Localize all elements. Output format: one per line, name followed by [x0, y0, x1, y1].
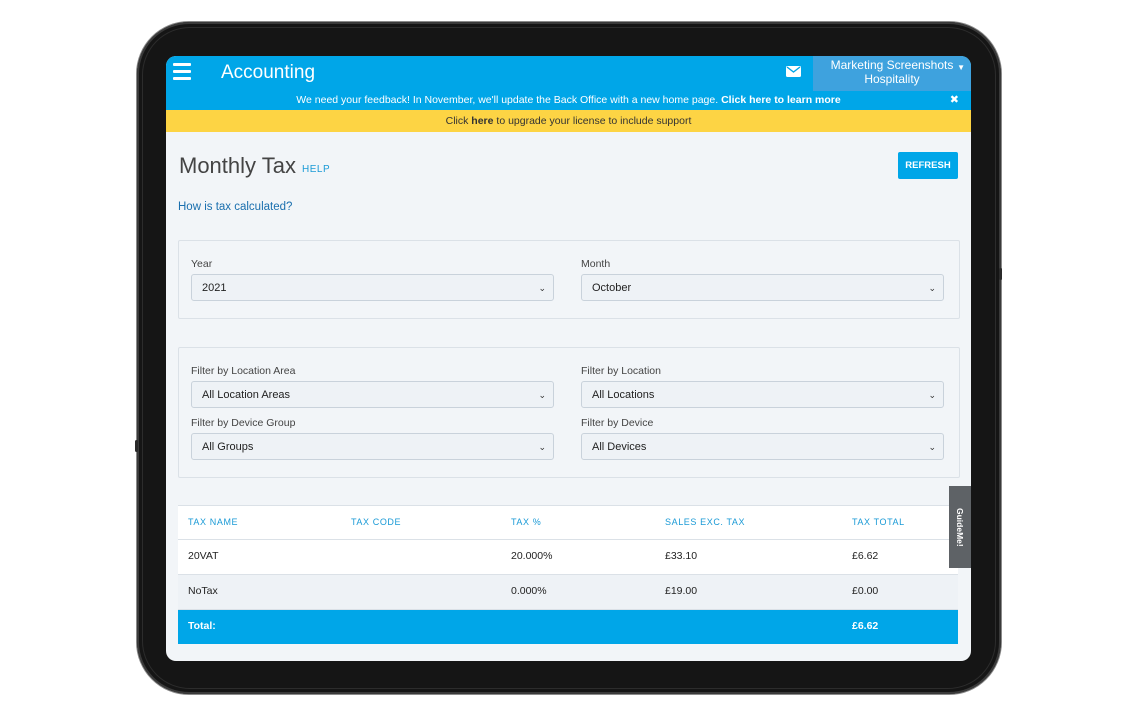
table-row: 20VAT 20.000% £33.10 £6.62: [178, 540, 958, 575]
account-type: Hospitality: [864, 72, 920, 86]
device-group-select[interactable]: All Groups ⌄: [191, 433, 554, 460]
year-select[interactable]: 2021 ⌄: [191, 274, 554, 301]
table-row: NoTax 0.000% £19.00 £0.00: [178, 575, 958, 610]
upgrade-banner: Click here to upgrade your license to in…: [166, 110, 971, 132]
location-area-select[interactable]: All Location Areas ⌄: [191, 381, 554, 408]
chevron-down-icon: ⌄: [538, 442, 546, 452]
year-label: Year: [191, 258, 213, 270]
top-navbar: Accounting Marketing Screenshots Hospita…: [166, 56, 971, 91]
location-label: Filter by Location: [581, 365, 661, 377]
filters-panel: Filter by Location Area All Location Are…: [178, 347, 960, 478]
close-icon[interactable]: ✖: [950, 91, 959, 110]
feedback-banner: We need your feedback! In November, we'l…: [166, 91, 971, 110]
tax-pct-cell: 20.000%: [511, 550, 553, 562]
column-header-tax-total[interactable]: TAX TOTAL: [852, 506, 905, 539]
column-header-tax-name[interactable]: TAX NAME: [188, 506, 238, 539]
feedback-learn-more-link[interactable]: Click here to learn more: [721, 94, 841, 106]
help-link[interactable]: HELP: [302, 164, 330, 175]
chevron-down-icon: ⌄: [928, 390, 936, 400]
page-title: Monthly Tax: [179, 153, 296, 178]
guideme-tab[interactable]: GuideMe!: [949, 486, 971, 568]
tax-name-cell: NoTax: [188, 585, 218, 597]
year-value: 2021: [202, 282, 227, 294]
device-group-value: All Groups: [202, 441, 254, 453]
chevron-down-icon: ▼: [957, 63, 965, 72]
upgrade-suffix: to upgrade your license to include suppo…: [496, 115, 692, 127]
location-area-value: All Location Areas: [202, 389, 291, 401]
device-group-label: Filter by Device Group: [191, 417, 296, 429]
month-label: Month: [581, 258, 611, 270]
app-screen: Accounting Marketing Screenshots Hospita…: [166, 56, 971, 661]
column-header-tax-code[interactable]: TAX CODE: [351, 506, 401, 539]
chevron-down-icon: ⌄: [928, 283, 936, 293]
location-area-label: Filter by Location Area: [191, 365, 296, 377]
tax-total-cell: £0.00: [852, 585, 879, 597]
period-panel: Year 2021 ⌄ Month October ⌄: [178, 240, 960, 319]
device-value: All Devices: [592, 441, 647, 453]
column-header-tax-pct[interactable]: TAX %: [511, 506, 541, 539]
account-switcher[interactable]: Marketing Screenshots Hospitality ▼: [813, 56, 971, 91]
tax-name-cell: 20VAT: [188, 550, 219, 562]
column-header-sales-exc-tax[interactable]: SALES EXC. TAX: [665, 506, 745, 539]
location-select[interactable]: All Locations ⌄: [581, 381, 944, 408]
sales-cell: £19.00: [665, 585, 698, 597]
chevron-down-icon: ⌄: [928, 442, 936, 452]
chevron-down-icon: ⌄: [538, 283, 546, 293]
tablet-side-button: [999, 268, 1002, 280]
total-label: Total:: [188, 620, 216, 632]
chevron-down-icon: ⌄: [538, 390, 546, 400]
month-value: October: [592, 282, 632, 294]
month-select[interactable]: October ⌄: [581, 274, 944, 301]
mail-icon[interactable]: [786, 66, 801, 77]
tax-total-cell: £6.62: [852, 550, 879, 562]
upgrade-prefix: Click: [445, 115, 469, 127]
device-label: Filter by Device: [581, 417, 654, 429]
feedback-text: We need your feedback! In November, we'l…: [296, 94, 719, 106]
table-header: TAX NAME TAX CODE TAX % SALES EXC. TAX T…: [178, 505, 958, 540]
how-tax-calculated-link[interactable]: How is tax calculated?: [178, 201, 292, 213]
upgrade-here-link[interactable]: here: [471, 115, 493, 127]
sales-cell: £33.10: [665, 550, 698, 562]
tax-table: TAX NAME TAX CODE TAX % SALES EXC. TAX T…: [178, 505, 958, 644]
location-value: All Locations: [592, 389, 655, 401]
tax-pct-cell: 0.000%: [511, 585, 547, 597]
total-value: £6.62: [852, 620, 879, 632]
tablet-side-button: [135, 440, 138, 452]
hamburger-icon[interactable]: [173, 63, 191, 81]
account-name: Marketing Screenshots: [830, 58, 954, 72]
refresh-button[interactable]: REFRESH: [898, 152, 958, 179]
total-row: Total: £6.62: [178, 610, 958, 644]
app-title: Accounting: [221, 62, 316, 83]
device-select[interactable]: All Devices ⌄: [581, 433, 944, 460]
